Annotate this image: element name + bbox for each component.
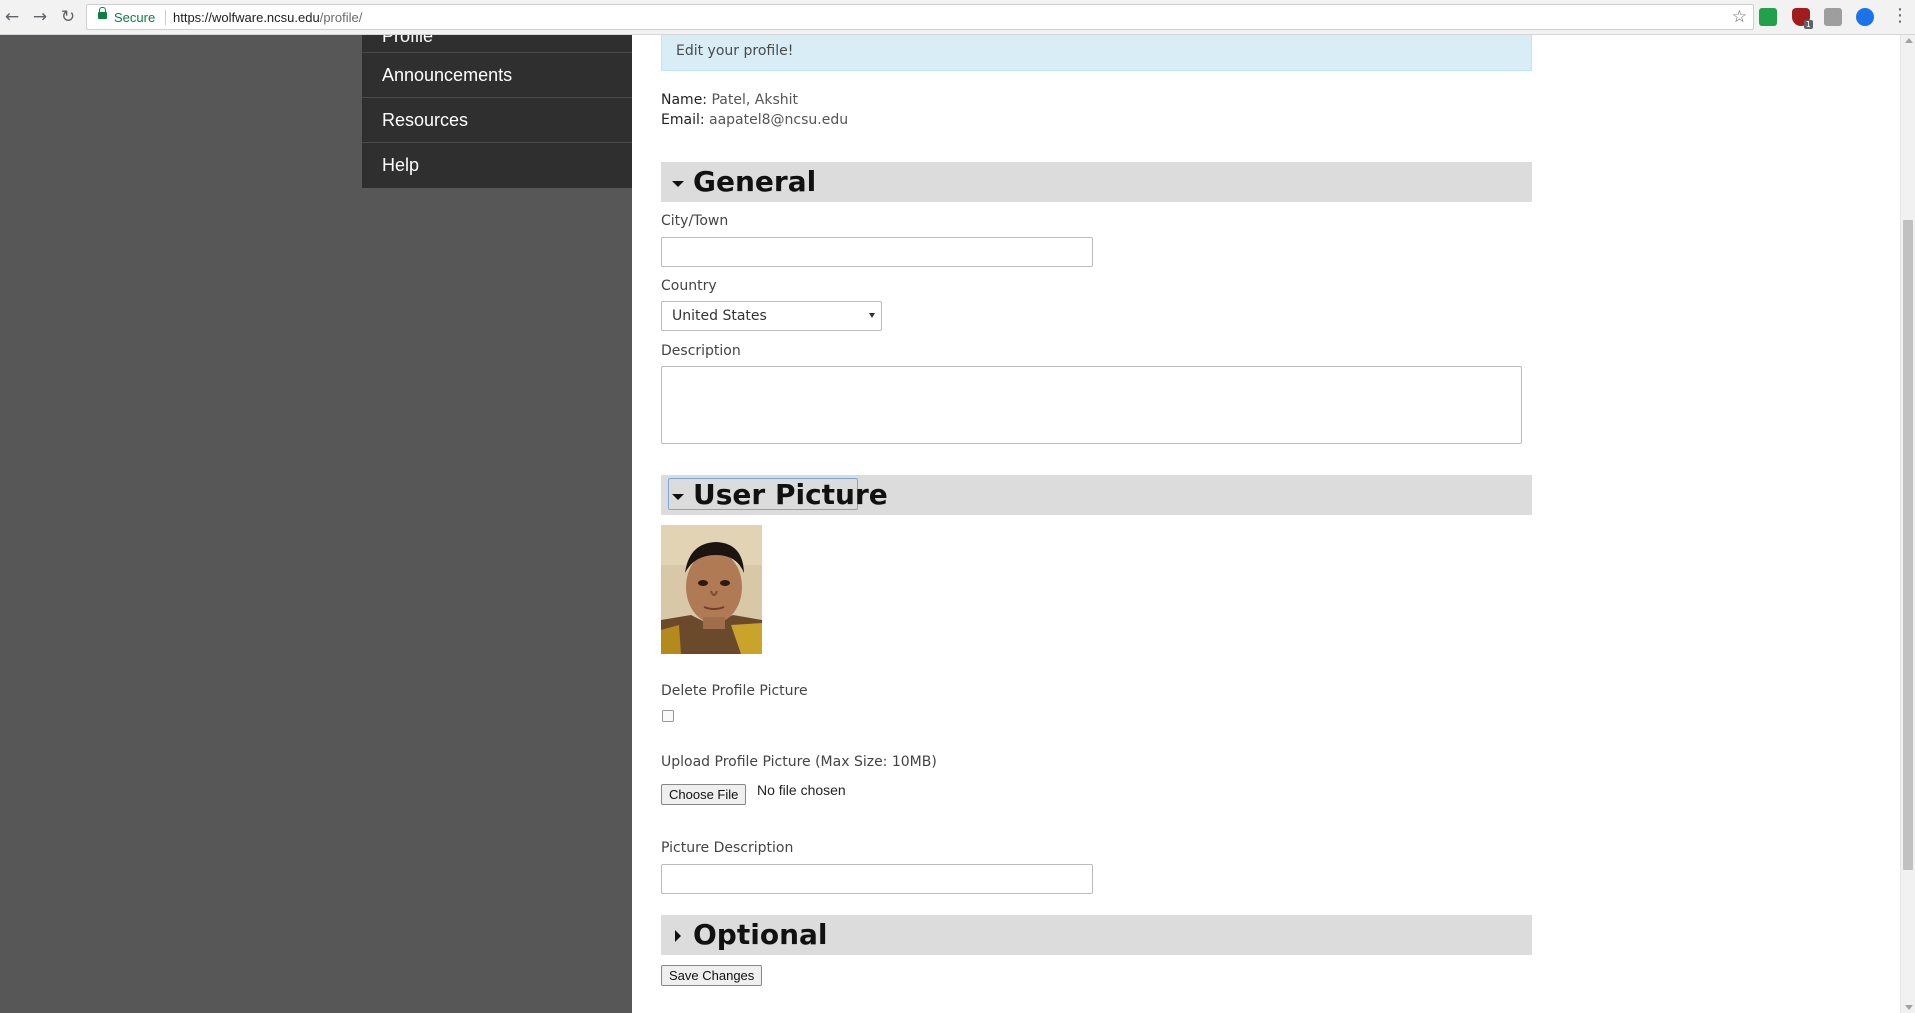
name-label: Name: (661, 92, 708, 108)
vertical-scrollbar[interactable] (1900, 35, 1915, 1013)
caret-right-icon (675, 930, 681, 942)
extension-shield-icon[interactable]: 1 (1792, 8, 1813, 29)
section-title: Optional (693, 918, 828, 951)
back-icon[interactable]: ← (2, 7, 22, 27)
sidebar-item-profile[interactable]: Profile (362, 35, 632, 53)
description-textarea[interactable] (661, 366, 1522, 444)
city-label: City/Town (661, 213, 729, 229)
reload-icon[interactable]: ↻ (58, 7, 78, 27)
sidebar-item-help[interactable]: Help (362, 143, 632, 188)
picture-description-label: Picture Description (661, 840, 794, 856)
url-path: /profile/ (319, 10, 363, 25)
picture-description-input[interactable] (661, 864, 1093, 894)
address-bar[interactable]: Secure https://wolfware.ncsu.edu/profile… (86, 4, 1754, 30)
sidebar-menu: Profile Announcements Resources Help (362, 35, 632, 188)
section-general-header[interactable]: General (661, 162, 1532, 202)
section-title: General (693, 165, 817, 198)
browser-toolbar: ← → ↻ Secure https://wolfware.ncsu.edu/p… (0, 0, 1915, 35)
section-title: User Picture (693, 478, 888, 511)
profile-photo-image (661, 525, 762, 654)
country-select[interactable]: United States (661, 301, 882, 331)
delete-picture-checkbox[interactable] (662, 710, 674, 722)
section-user-picture-header[interactable]: User Picture (661, 475, 1532, 515)
lock-icon (98, 7, 107, 19)
extension-icon-gray[interactable] (1824, 8, 1842, 26)
profile-picture (661, 525, 762, 654)
sidebar-item-resources[interactable]: Resources (362, 98, 632, 143)
country-label: Country (661, 278, 717, 294)
page-viewport: Profile Announcements Resources Help Edi… (0, 35, 1900, 1013)
url-host: https://wolfware.ncsu.edu (173, 10, 320, 25)
sidebar-item-label: Profile (382, 35, 434, 46)
save-changes-button[interactable]: Save Changes (661, 965, 763, 986)
choose-file-button[interactable]: Choose File (661, 784, 747, 805)
caret-down-icon (672, 494, 684, 500)
secure-label: Secure (114, 10, 156, 25)
sidebar-item-announcements[interactable]: Announcements (362, 53, 632, 98)
divider (165, 10, 166, 25)
description-label: Description (661, 343, 741, 359)
bookmark-star-icon[interactable]: ☆ (1732, 7, 1747, 27)
no-file-status: No file chosen (757, 782, 846, 798)
section-optional-header[interactable]: Optional (661, 915, 1532, 955)
user-name: Patel, Akshit (711, 92, 798, 108)
caret-down-icon (672, 181, 684, 187)
user-email-line: Email: aapatel8@ncsu.edu (661, 112, 848, 128)
user-name-line: Name: Patel, Akshit (661, 92, 798, 108)
scroll-down-icon[interactable] (1905, 1005, 1913, 1010)
forward-icon[interactable]: → (30, 7, 50, 27)
user-email: aapatel8@ncsu.edu (709, 112, 849, 128)
country-selected-value: United States (672, 308, 767, 324)
scroll-thumb[interactable] (1903, 220, 1913, 870)
dropdown-arrow-icon (869, 313, 875, 318)
delete-picture-label: Delete Profile Picture (661, 683, 808, 699)
email-label: Email: (661, 112, 705, 128)
url-text: https://wolfware.ncsu.edu/profile/ (173, 10, 362, 25)
extension-icon-green[interactable] (1759, 8, 1777, 26)
browser-menu-icon[interactable]: ⋮ (1891, 6, 1909, 26)
city-input[interactable] (661, 237, 1093, 267)
extension-icon-blue[interactable] (1856, 8, 1874, 26)
info-alert: Edit your profile! (661, 35, 1532, 71)
scroll-up-icon[interactable] (1905, 38, 1913, 43)
upload-picture-label: Upload Profile Picture (Max Size: 10MB) (661, 754, 937, 770)
